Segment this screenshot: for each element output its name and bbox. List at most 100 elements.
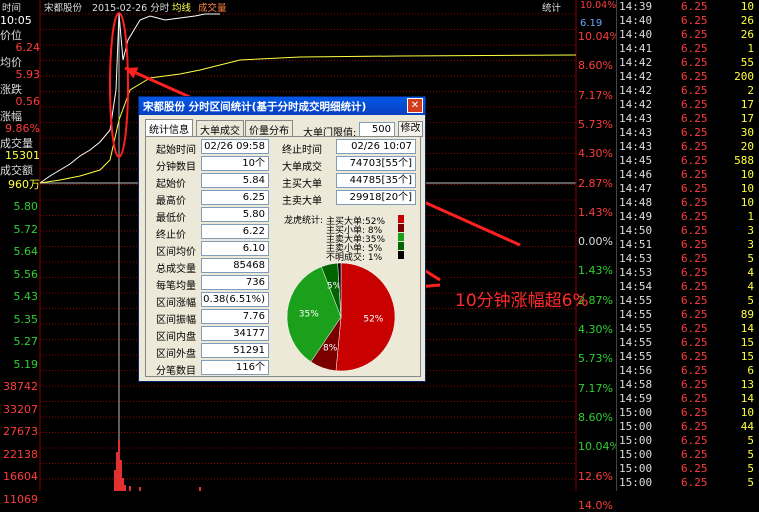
trade-time: 14:55 xyxy=(619,350,653,363)
trade-price: 6.25 xyxy=(681,322,708,335)
field-value: 29918[20个] xyxy=(336,190,416,205)
dialog-title[interactable]: 宋都股份 分时区间统计(基于分时成交明细统计) xyxy=(139,97,425,115)
trade-row: 14:53 6.25 4 xyxy=(617,266,759,280)
trade-time: 14:50 xyxy=(619,224,653,237)
trade-row: 15:00 6.25 5 xyxy=(617,462,759,476)
trade-row: 14:51 6.25 3 xyxy=(617,238,759,252)
trade-row: 14:56 6.25 6 xyxy=(617,364,759,378)
trade-price: 6.25 xyxy=(681,336,708,349)
trade-price: 6.25 xyxy=(681,392,708,405)
trade-time: 15:00 xyxy=(619,406,653,419)
field-value: 44785[35个] xyxy=(336,173,416,188)
trade-row: 15:00 6.25 5 xyxy=(617,448,759,462)
legend-swatch xyxy=(398,233,404,241)
field-label: 大单成交 xyxy=(282,162,322,173)
trade-time: 14:55 xyxy=(619,308,653,321)
trade-price: 6.25 xyxy=(681,126,708,139)
trade-price: 6.25 xyxy=(681,0,708,13)
trade-time: 14:47 xyxy=(619,182,653,195)
trade-volume: 10 xyxy=(740,0,754,13)
trade-time: 14:59 xyxy=(619,392,653,405)
trade-time: 14:39 xyxy=(619,0,653,13)
field-label: 每笔均量 xyxy=(156,281,196,292)
trade-row: 14:40 6.25 26 xyxy=(617,28,759,42)
trade-volume: 26 xyxy=(740,14,754,27)
trade-row: 14:55 6.25 15 xyxy=(617,350,759,364)
trade-row: 14:55 6.25 89 xyxy=(617,308,759,322)
trade-time: 15:00 xyxy=(619,420,653,433)
field-label: 终止时间 xyxy=(282,145,322,156)
trade-price: 6.25 xyxy=(681,210,708,223)
interval-stats-dialog[interactable]: 宋都股份 分时区间统计(基于分时成交明细统计) ✕ 统计信息 大单成交 价量分布… xyxy=(138,96,426,382)
trade-row: 14:58 6.25 13 xyxy=(617,378,759,392)
trade-price: 6.25 xyxy=(681,196,708,209)
close-icon[interactable]: ✕ xyxy=(407,98,423,113)
trade-volume: 5 xyxy=(747,252,754,265)
trade-time: 14:55 xyxy=(619,294,653,307)
trade-price: 6.25 xyxy=(681,168,708,181)
trade-time: 14:53 xyxy=(619,266,653,279)
field-label: 区间外盘 xyxy=(156,349,196,360)
tab-stats-info[interactable]: 统计信息 xyxy=(145,119,193,137)
field-label: 起始价 xyxy=(156,179,186,190)
pie-label: 52% xyxy=(363,315,383,325)
trade-row: 14:47 6.25 10 xyxy=(617,182,759,196)
field-label: 最高价 xyxy=(156,196,186,207)
annotation-text: 10分钟涨幅超6% xyxy=(455,291,589,311)
trade-volume: 6 xyxy=(747,364,754,377)
trade-volume: 2 xyxy=(747,84,754,97)
trade-time: 14:58 xyxy=(619,378,653,391)
trade-row: 14:40 6.25 26 xyxy=(617,14,759,28)
trade-volume: 14 xyxy=(740,322,754,335)
field-value: 85468 xyxy=(201,258,269,273)
trade-row: 14:42 6.25 2 xyxy=(617,84,759,98)
tab-big-orders[interactable]: 大单成交 xyxy=(196,120,244,137)
trade-row: 14:53 6.25 5 xyxy=(617,252,759,266)
trade-volume: 3 xyxy=(747,238,754,251)
trade-price: 6.25 xyxy=(681,42,708,55)
field-label: 区间涨幅 xyxy=(156,298,196,309)
trade-price: 6.25 xyxy=(681,462,708,475)
field-value: 6.10 xyxy=(201,241,269,256)
trade-row: 14:48 6.25 10 xyxy=(617,196,759,210)
trade-time: 15:00 xyxy=(619,434,653,447)
trade-row: 14:49 6.25 1 xyxy=(617,210,759,224)
trade-volume: 89 xyxy=(740,308,754,321)
legend-entry: 不明成交: 1% xyxy=(326,253,383,263)
trade-price: 6.25 xyxy=(681,140,708,153)
field-value: 6.22 xyxy=(201,224,269,239)
trade-time: 14:40 xyxy=(619,28,653,41)
field-value: 0.38(6.51%) xyxy=(201,292,269,307)
trade-time: 14:41 xyxy=(619,42,653,55)
trade-volume: 1 xyxy=(747,42,754,55)
trade-volume: 10 xyxy=(740,406,754,419)
field-label: 终止价 xyxy=(156,230,186,241)
trade-volume: 10 xyxy=(740,168,754,181)
trade-time: 14:55 xyxy=(619,336,653,349)
tab-price-volume[interactable]: 价量分布 xyxy=(245,120,293,137)
trade-time: 14:42 xyxy=(619,70,653,83)
trade-volume: 588 xyxy=(734,154,754,167)
field-value: 7.76 xyxy=(201,309,269,324)
trade-price: 6.25 xyxy=(681,56,708,69)
modify-button[interactable]: 修改 xyxy=(398,121,423,137)
trade-row: 14:54 6.25 4 xyxy=(617,280,759,294)
legend-swatch xyxy=(398,215,404,223)
legend-title: 龙虎统计: xyxy=(284,216,324,226)
trade-time: 14:42 xyxy=(619,84,653,97)
trade-row: 14:43 6.25 17 xyxy=(617,112,759,126)
trade-time: 15:00 xyxy=(619,476,653,489)
field-value: 02/26 10:07 xyxy=(336,139,416,154)
field-label: 区间均价 xyxy=(156,247,196,258)
trade-list[interactable]: 14:39 6.25 10 14:40 6.25 26 14:40 6.25 26 14:41 6.… xyxy=(616,0,759,491)
trade-volume: 30 xyxy=(740,126,754,139)
threshold-input[interactable]: 500 xyxy=(359,122,395,137)
trade-time: 14:51 xyxy=(619,238,653,251)
trade-time: 14:56 xyxy=(619,364,653,377)
trade-volume: 15 xyxy=(740,336,754,349)
trade-volume: 5 xyxy=(747,476,754,489)
field-value: 10个 xyxy=(201,156,269,171)
field-label: 区间内盘 xyxy=(156,332,196,343)
trade-time: 14:53 xyxy=(619,252,653,265)
trade-volume: 20 xyxy=(740,140,754,153)
